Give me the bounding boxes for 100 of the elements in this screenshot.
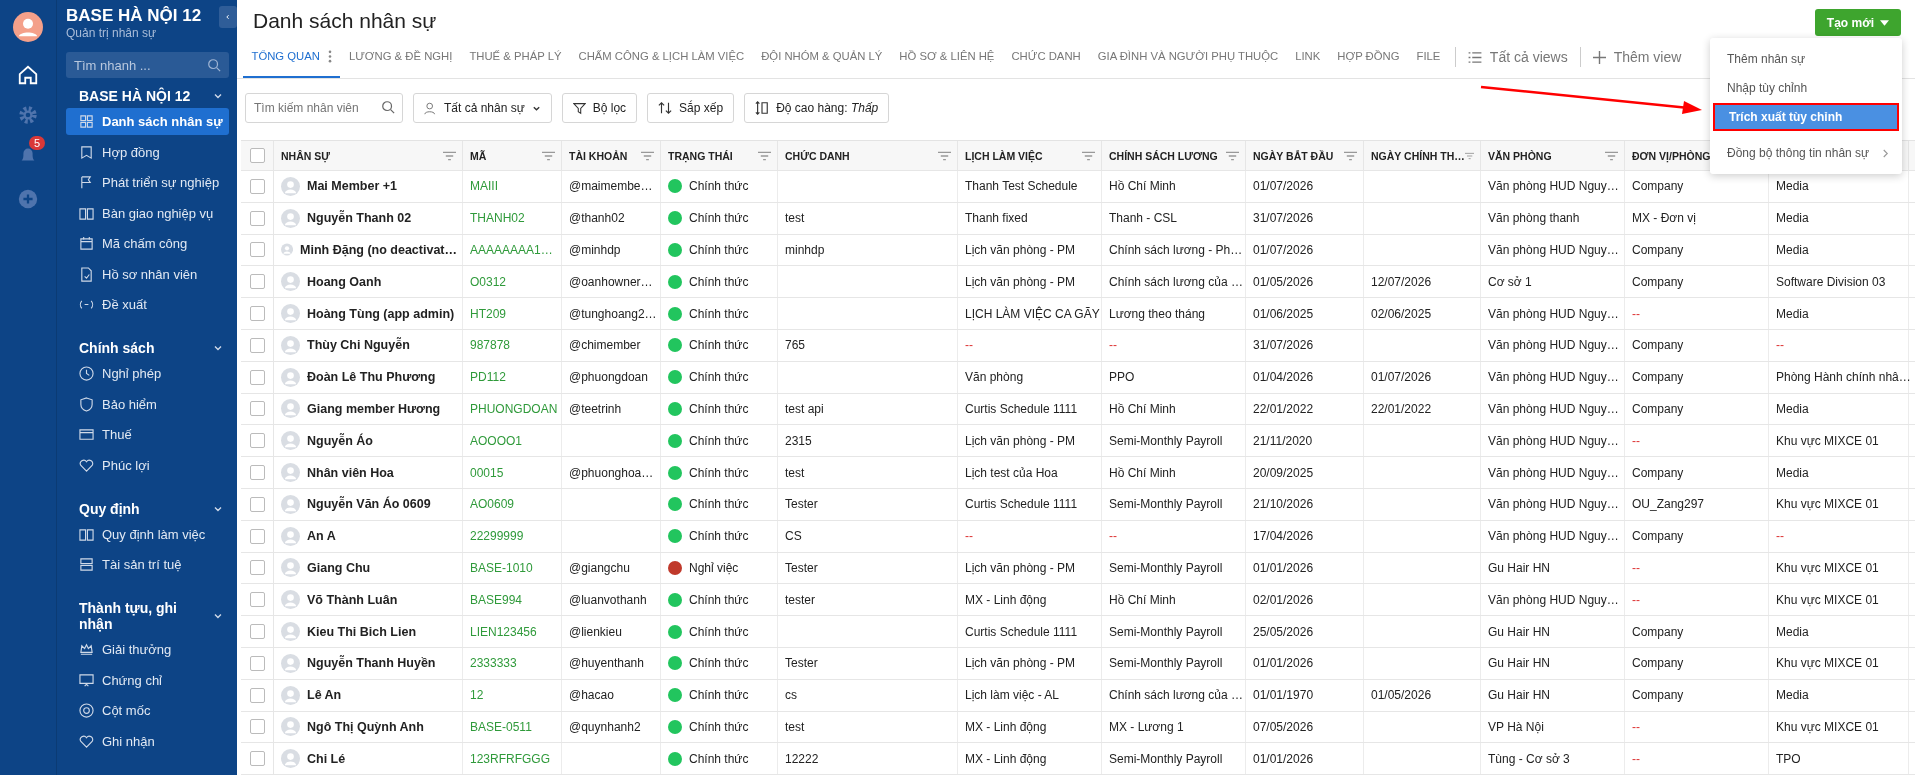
sort-button[interactable]: Sắp xếp <box>647 93 735 123</box>
sidebar-item[interactable]: Chứng chỉ <box>66 666 229 694</box>
sidebar-item[interactable]: Danh sách nhân sự <box>66 108 229 135</box>
employee-name[interactable]: Ngô Thị Quỳnh Anh <box>307 719 424 734</box>
row-checkbox[interactable] <box>249 560 265 576</box>
all-views-button[interactable]: Tất cả views <box>1461 49 1574 65</box>
filter-icon[interactable] <box>938 150 951 161</box>
filter-icon[interactable] <box>1082 150 1095 161</box>
filter-icon[interactable] <box>641 150 654 161</box>
avatar-icon[interactable] <box>13 12 43 42</box>
search-field[interactable]: Tìm kiếm nhân viên <box>245 93 403 123</box>
row-checkbox[interactable] <box>249 592 265 608</box>
sidebar-item[interactable]: Hồ sơ nhân viên <box>66 260 229 288</box>
filter-icon[interactable] <box>443 150 456 161</box>
home-icon[interactable] <box>17 64 39 86</box>
filter-icon[interactable] <box>1226 150 1239 161</box>
select-all-checkbox[interactable] <box>249 148 265 163</box>
sidebar-item[interactable]: Nghỉ phép <box>66 360 229 387</box>
table-cell: Văn phòng HUD Nguy… <box>1488 306 1619 321</box>
tab[interactable]: THUẾ & PHÁP LÝ <box>460 36 570 78</box>
settings-icon[interactable] <box>17 104 39 126</box>
row-checkbox[interactable] <box>249 465 265 481</box>
menu-item[interactable]: Thêm nhân sự <box>1713 45 1899 73</box>
filter-icon[interactable] <box>758 150 771 161</box>
filter-icon[interactable] <box>1464 150 1474 161</box>
table-cell: 07/05/2026 <box>1253 719 1314 734</box>
employee-name[interactable]: Đoàn Lê Thu Phương <box>307 370 436 385</box>
tab[interactable]: CHỨC DANH <box>1002 36 1090 78</box>
tab[interactable]: ĐỘI NHÓM & QUẢN LÝ <box>752 36 891 78</box>
column-header: CHỨC DANH <box>785 149 850 162</box>
employee-name[interactable]: Hoang Oanh <box>307 274 382 289</box>
row-checkbox[interactable] <box>249 528 265 544</box>
more-icon[interactable] <box>327 49 332 63</box>
sidebar-item[interactable]: Phúc lợi <box>66 451 229 479</box>
employee-name[interactable]: An A <box>307 529 336 544</box>
employee-name[interactable]: Kieu Thi Bich Lien <box>307 624 417 639</box>
sidebar-item[interactable]: Hợp đồng <box>66 138 229 166</box>
employee-name[interactable]: Chi Lé <box>307 751 346 766</box>
employee-name[interactable]: Nguyễn Văn Áo 0609 <box>307 497 431 512</box>
row-checkbox[interactable] <box>249 433 265 449</box>
employee-name[interactable]: Nguyễn Thanh Huyền <box>307 656 436 671</box>
tab[interactable]: HỒ SƠ & LIÊN HỆ <box>890 36 1003 78</box>
row-checkbox[interactable] <box>249 210 265 226</box>
sidebar-item[interactable]: Giải thưởng <box>66 636 229 663</box>
tab[interactable]: LƯƠNG & ĐỀ NGHỊ <box>340 36 461 78</box>
row-checkbox[interactable] <box>249 306 265 322</box>
sidebar-item[interactable]: Cột mốc <box>66 697 229 724</box>
employee-name[interactable]: Giang Chu <box>307 560 371 575</box>
sidebar-item[interactable]: Đề xuất <box>66 291 229 318</box>
row-checkbox[interactable] <box>249 496 265 512</box>
sidebar-item[interactable]: Bàn giao nghiệp vụ <box>66 199 229 227</box>
row-checkbox[interactable] <box>249 337 265 353</box>
row-checkbox[interactable] <box>249 719 265 735</box>
chevron-down-icon[interactable] <box>213 343 223 353</box>
sidebar-item[interactable]: Bảo hiểm <box>66 390 229 418</box>
sidebar-item[interactable]: Ghi nhận <box>66 727 229 755</box>
employee-name[interactable]: Lê An <box>307 688 342 703</box>
search-field[interactable]: Tìm nhanh ... <box>66 52 229 78</box>
row-checkbox[interactable] <box>249 274 265 290</box>
sidebar-item[interactable]: Tài sản trí tuệ <box>66 551 229 578</box>
menu-item[interactable]: Nhập tùy chỉnh <box>1713 74 1899 102</box>
tab[interactable]: FILE <box>1408 36 1449 78</box>
filter-icon[interactable] <box>1344 150 1357 161</box>
menu-item[interactable]: Đồng bộ thông tin nhân sự <box>1713 139 1899 167</box>
tab[interactable]: TỔNG QUAN <box>243 36 341 78</box>
tab[interactable]: CHẤM CÔNG & LỊCH LÀM VIỆC <box>569 36 753 78</box>
row-checkbox[interactable] <box>249 751 265 767</box>
employee-name[interactable]: Giang member Hương <box>307 401 441 416</box>
chevron-down-icon[interactable] <box>213 611 223 621</box>
sidebar-item[interactable]: Thuế <box>66 421 229 448</box>
filter-icon[interactable] <box>542 150 555 161</box>
filter-button[interactable]: Bộ lọc <box>561 93 638 123</box>
employee-name[interactable]: Mai Member +1 <box>307 179 397 194</box>
tab[interactable]: GIA ĐÌNH VÀ NGƯỜI PHỤ THUỘC <box>1089 36 1287 78</box>
row-checkbox[interactable] <box>249 369 265 385</box>
chevron-down-icon[interactable] <box>213 91 223 101</box>
collapse-button[interactable] <box>219 6 237 28</box>
sidebar-item[interactable]: Mã chấm công <box>66 230 229 257</box>
row-checkbox[interactable] <box>249 401 265 417</box>
row-checkbox[interactable] <box>249 687 265 703</box>
tab[interactable]: HỢP ĐỒNG <box>1328 36 1408 78</box>
tab[interactable]: LINK <box>1286 36 1329 78</box>
filter-icon[interactable] <box>1605 150 1618 161</box>
row-checkbox[interactable] <box>249 178 265 194</box>
sidebar-item[interactable]: Quy định làm việc <box>66 520 229 548</box>
employee-name[interactable]: Võ Thành Luân <box>307 592 398 607</box>
add-view-button[interactable]: Thêm view <box>1586 49 1688 65</box>
employee-name[interactable]: Hoàng Tùng (app admin) <box>307 306 455 321</box>
row-checkbox[interactable] <box>249 655 265 671</box>
employee-name[interactable]: Thùy Chi Nguyễn <box>307 338 410 353</box>
employee-name[interactable]: Nhân viên Hoa <box>307 465 394 480</box>
add-icon[interactable] <box>17 188 39 210</box>
employee-name[interactable]: Nguyễn Thanh 02 <box>307 211 412 226</box>
row-checkbox[interactable] <box>249 624 265 640</box>
employee-name[interactable]: Minh Đặng (no deactivat… <box>300 243 457 257</box>
row-height-button[interactable]: Độ cao hàng: Thấp <box>744 93 890 123</box>
scope-dropdown[interactable]: Tất cả nhân sự <box>413 93 552 123</box>
employee-name[interactable]: Nguyễn Áo <box>307 433 373 448</box>
sidebar-item[interactable]: Phát triển sự nghiệp <box>66 169 229 196</box>
row-checkbox[interactable] <box>249 242 265 258</box>
